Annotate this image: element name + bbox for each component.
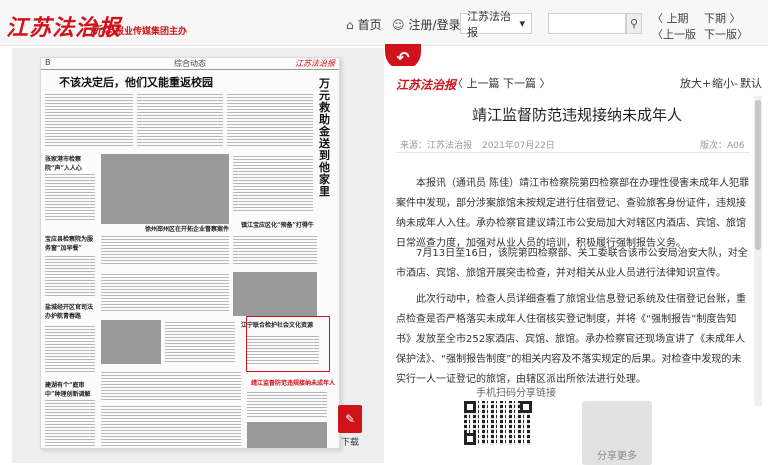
text-column (233, 234, 317, 264)
text-column (101, 370, 241, 400)
text-column (45, 92, 133, 148)
home-icon: ⌂ (346, 17, 354, 32)
zoom-in-button[interactable]: 放大+ (680, 75, 711, 91)
selected-article-highlight[interactable] (246, 316, 330, 372)
text-column (45, 398, 95, 446)
pdf-download[interactable]: ✎ 下载 (338, 405, 368, 448)
news-photo[interactable] (101, 154, 229, 224)
pdf-icon: ✎ (338, 405, 362, 433)
logo-sub-text: 报业传媒集团主办 (115, 27, 188, 37)
chevron-right-icon: 〉 (539, 77, 551, 90)
paper-select[interactable]: 江苏法治报 ▾ (460, 10, 532, 39)
text-column (101, 404, 241, 446)
search-input[interactable] (548, 13, 626, 34)
qr-corner (464, 401, 476, 413)
chevron-down-icon: ▾ (519, 17, 525, 30)
masthead: 江苏法治报 (295, 59, 335, 68)
headline-link-selected[interactable]: 靖江监督防范违规接纳未成年人 (251, 378, 335, 387)
nav-home[interactable]: ⌂ 首页 (346, 16, 382, 33)
text-column (247, 390, 327, 418)
news-photo[interactable] (101, 320, 161, 364)
headline-link[interactable]: 张家港市检察院“声”入人心 (45, 154, 95, 172)
article-date: 2021年07月22日 (482, 141, 555, 151)
logo-sub-brand: 新华 (90, 24, 112, 37)
search-button[interactable]: ⚲ (626, 13, 642, 34)
text-column (101, 234, 229, 264)
zoom-reset-button[interactable]: 默认 (740, 75, 762, 91)
headline-link[interactable]: 镇江宝应区化“预备”打得牛 (241, 220, 317, 229)
section-letter: B (45, 58, 51, 67)
chevron-left-icon: 〈 (652, 28, 663, 41)
article-scrollbar[interactable] (754, 96, 762, 406)
chevron-right-icon: 〉 (737, 28, 748, 41)
main-headline[interactable]: 不该决定后，他们又能重返校园 (59, 74, 213, 90)
mobile-share-label: 分享更多 (597, 451, 637, 462)
headline-link[interactable]: 建湖有个“庭审中”种理创新调解 (45, 380, 97, 398)
vertical-headline[interactable]: 万元救助金送到他家里 (319, 78, 335, 198)
top-bar: 江苏法治报 新华 报业传媒集团主办 ⌂ 首页 ☺ 注册/登录 江苏法治报 ▾ ⚲ … (0, 0, 768, 46)
paper-select-value: 江苏法治报 (467, 9, 511, 39)
next-issue-link[interactable]: 下期 〉 (704, 10, 741, 26)
zoom-out-button[interactable]: 缩小- (712, 75, 738, 91)
prev-page-link[interactable]: 〈上一版 (652, 26, 696, 42)
prev-page-label: 上一版 (663, 28, 696, 41)
share-label: 手机扫码分享链接 (476, 388, 556, 399)
article-page: 版次：A06 (700, 141, 745, 151)
user-icon: ☺ (392, 17, 405, 32)
headline-link[interactable]: 徐州邳州区在开拓企业督察案件 (145, 224, 229, 233)
chevron-right-icon: 〉 (729, 12, 741, 25)
article-paragraph: 此次行动中，检查人员详细查看了旅馆业信息登记系统及住宿登记台账，重点检查是否严格… (396, 294, 746, 385)
text-column (227, 92, 313, 148)
prev-issue-label: 上期 (666, 12, 689, 25)
next-page-label: 下一版 (704, 28, 737, 41)
search-icon: ⚲ (629, 17, 639, 30)
article-paragraph: 本报讯（通讯员 陈佳）靖江市检察院第四检察部在办理性侵害未成年人犯罪案件中发现，… (396, 178, 750, 249)
chevron-left-icon: 〈 (452, 77, 463, 90)
headline-link[interactable]: 盐城经开区官司法办护航青春路 (45, 302, 97, 320)
section-header: B 综合动态 江苏法治报 (41, 58, 339, 70)
headline-link[interactable]: 宝应县检察院为服务窗“加早餐” (45, 234, 97, 252)
qr-code (464, 401, 532, 445)
section-title: 综合动态 (174, 59, 206, 68)
qr-corner (464, 433, 476, 445)
nav-login-label: 注册/登录 (408, 18, 461, 32)
article-nav: 〈 上一篇 下一篇 〉 (452, 75, 551, 91)
article-title: 靖江监督防范违规接纳未成年人 (471, 106, 682, 124)
article-paragraph: 7月13日至16日，该院第四检察部、关工委联合该市公安局治安大队，对全市酒店、宾… (396, 248, 748, 279)
chevron-left-icon: 〈 (652, 12, 663, 25)
newspaper-page[interactable]: B 综合动态 江苏法治报 不该决定后，他们又能重返校园 万元救助金送到他家里 张… (40, 57, 340, 449)
nav-home-label: 首页 (357, 18, 382, 32)
text-column (45, 172, 95, 222)
next-issue-label: 下期 (704, 12, 726, 25)
prev-issue-link[interactable]: 〈 上期 (652, 10, 689, 26)
news-photo[interactable] (233, 272, 317, 316)
article-source-logo: 江苏法治报 (396, 78, 457, 92)
text-column (233, 154, 313, 212)
text-column (137, 92, 223, 148)
prev-article-link[interactable]: 上一篇 (467, 77, 500, 90)
news-photo[interactable] (247, 422, 327, 448)
text-column (45, 324, 95, 374)
download-label: 下载 (340, 438, 359, 448)
divider (396, 152, 750, 153)
qr-corner (520, 401, 532, 413)
logo-subtitle: 新华 报业传媒集团主办 (90, 22, 187, 38)
next-article-link[interactable]: 下一篇 (503, 77, 536, 90)
undo-arrow-icon: ↶ (396, 47, 410, 67)
article-source: 来源：江苏法治报 (400, 141, 473, 151)
nav-login[interactable]: ☺ 注册/登录 (392, 16, 461, 33)
text-column (101, 272, 229, 312)
text-column (45, 254, 95, 298)
text-column (165, 320, 235, 364)
article-panel: 江苏法治报 〈 上一篇 下一篇 〉 放大+ 缩小- 默认 靖江监督防范违规接纳未… (386, 66, 768, 465)
mobile-share-preview[interactable]: 分享更多 (582, 401, 652, 465)
next-page-link[interactable]: 下一版〉 (704, 26, 748, 42)
scrollbar-thumb[interactable] (755, 100, 761, 250)
